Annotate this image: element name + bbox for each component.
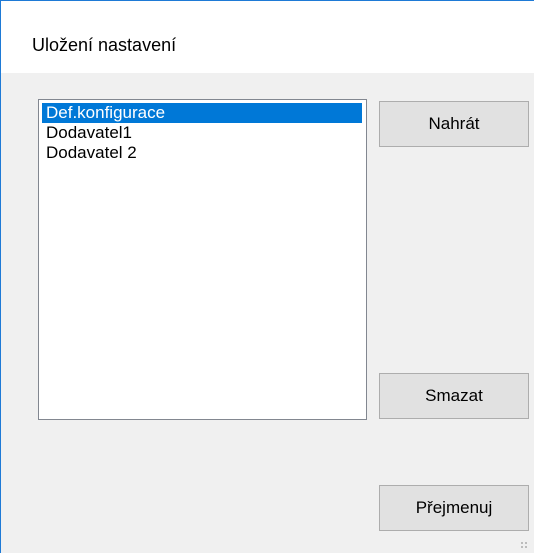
dialog-title: Uložení nastavení	[32, 35, 177, 55]
dialog-window: Uložení nastavení Def.konfigurace Dodava…	[0, 0, 534, 553]
title-bar[interactable]: Uložení nastavení	[1, 1, 534, 73]
settings-listbox[interactable]: Def.konfigurace Dodavatel1 Dodavatel 2	[38, 99, 367, 420]
list-item-default-config[interactable]: Def.konfigurace	[42, 103, 362, 123]
rename-button[interactable]: Přejmenuj	[379, 485, 529, 531]
list-item-supplier-1[interactable]: Dodavatel1	[42, 123, 132, 143]
delete-button[interactable]: Smazat	[379, 373, 529, 419]
dialog-body: Def.konfigurace Dodavatel1 Dodavatel 2 N…	[1, 73, 534, 553]
list-item-supplier-2[interactable]: Dodavatel 2	[42, 143, 137, 163]
resize-grip-icon[interactable]	[520, 541, 528, 549]
load-button[interactable]: Nahrát	[379, 101, 529, 147]
